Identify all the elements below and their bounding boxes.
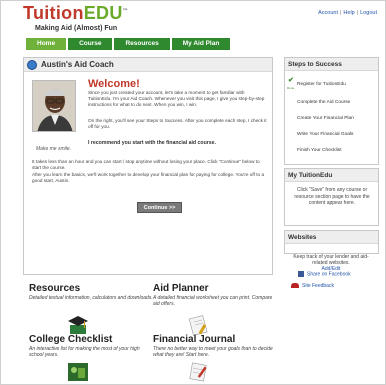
worksheet-icon[interactable] [187,314,209,336]
my-tuitionedu-title: My TuitionEdu [285,169,378,182]
help-link[interactable]: Help [343,10,354,16]
websites-panel: Websites [284,230,379,254]
journal-icon[interactable] [187,362,209,382]
logo-text-tuition: Tuition [23,3,84,23]
coach-photo [32,80,76,132]
my-tuitionedu-panel: My TuitionEdu Click "Save" from any cour… [284,168,379,226]
share-facebook-link[interactable]: Share on Facebook [298,271,351,277]
steps-to-success-panel: Steps to Success ✔ Done Register for Tui… [284,57,379,165]
aid-planner-desc: A detailed financial worksheet you can p… [153,295,273,307]
tab-my-aid-plan[interactable]: My Aid Plan [171,38,231,50]
photo-caption: Make me smile. [36,146,72,152]
resources-desc: Detailed textual information, calculator… [29,295,153,301]
account-link[interactable]: Account [318,10,338,16]
steps-title: Steps to Success [285,58,378,71]
websites-text: Keep track of your lender and aid-relate… [293,254,369,266]
resources-heading[interactable]: Resources [29,283,80,294]
site-feedback-label: Site Feedback [302,283,334,289]
aid-coach-title: Austin's Aid Coach [41,60,114,69]
step-financial-goals[interactable]: Write Your Financial Goals [297,132,353,137]
site-feedback-link[interactable]: Site Feedback [291,283,334,289]
step-aid-course[interactable]: Complete the Aid Course [297,100,350,105]
coach-paragraph-4: After you learn the basics, we'll work t… [32,172,265,183]
coach-paragraph-3: It takes less than an hour and you can s… [32,159,260,170]
step-register[interactable]: Register for TuitionEdu [297,82,346,87]
aid-planner-heading[interactable]: Aid Planner [153,283,209,294]
megaphone-icon [291,283,299,289]
facebook-icon [298,271,304,277]
websites-body: Keep track of your lender and aid-relate… [288,254,374,272]
financial-journal-heading[interactable]: Financial Journal [153,334,235,345]
tab-home[interactable]: Home [26,38,67,50]
main-nav: Home Course Resources My Aid Plan [26,38,232,50]
step-financial-plan[interactable]: Create Your Financial Plan [297,116,354,121]
college-checklist-desc: An interactive list for making the most … [29,346,140,358]
coach-portrait-icon [33,81,75,131]
logo[interactable]: TuitionEDU™ [23,3,128,24]
coach-paragraph-2: On the right, you'll see your Steps to S… [88,118,267,129]
step-checklist[interactable]: Finish Your Checklist [297,148,342,153]
checkmark-icon: ✔ [288,77,294,84]
logo-text-edu: EDU [83,3,123,23]
tagline: Making Aid (Almost) Fun [35,25,118,32]
share-facebook-label: Share on Facebook [307,271,351,278]
done-label: Done [287,86,295,90]
coach-recommendation: I recommend you start with the financial… [88,140,216,146]
tab-course[interactable]: Course [68,38,113,50]
checklist-icon[interactable] [67,362,89,382]
tab-resources[interactable]: Resources [114,38,170,50]
websites-title: Websites [285,231,378,244]
globe-icon [27,60,37,70]
top-links: Account | Help | Logout [318,10,377,16]
my-tuitionedu-body: Click "Save" from any course or resource… [294,187,370,206]
graduation-cap-icon[interactable] [67,314,89,336]
welcome-heading: Welcome! [88,78,140,90]
logo-trademark: ™ [122,8,128,14]
page: TuitionEDU™ Making Aid (Almost) Fun Acco… [0,0,386,385]
continue-button[interactable]: Continue >> [137,202,182,213]
aid-coach-header: Austin's Aid Coach [24,58,272,72]
coach-paragraph-1: Since you just created your account, let… [88,90,265,107]
aid-coach-panel: Austin's Aid Coach Make me smile. Welcom… [23,57,273,275]
college-checklist-heading[interactable]: College Checklist [29,334,112,345]
logout-link[interactable]: Logout [360,10,377,16]
financial-journal-desc: There no better way to meet your goals t… [153,346,273,358]
